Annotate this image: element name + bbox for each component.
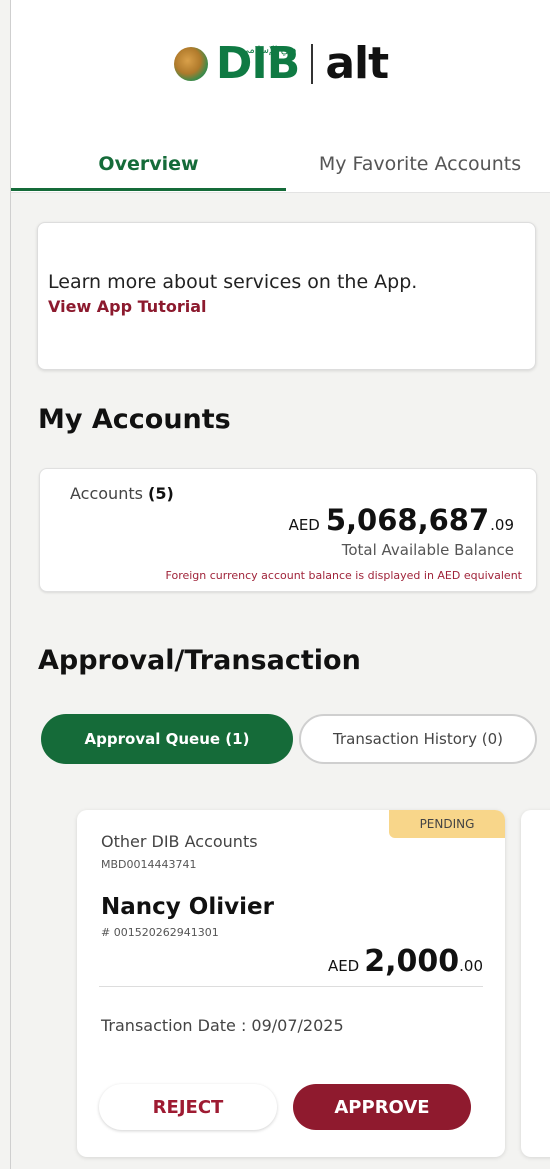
transaction-type: Other DIB Accounts (101, 832, 258, 851)
balance-integer: 5,068,687 (325, 503, 490, 537)
brand-dib: DIB (215, 38, 300, 89)
accounts-count: (5) (148, 484, 174, 503)
brand-alt: alt (325, 38, 389, 89)
header: دبي الإسلامي DIB alt Overview My Favorit… (11, 0, 550, 193)
balance-decimal: .09 (490, 516, 514, 534)
amount-decimal: .00 (459, 957, 483, 975)
pending-badge: PENDING (389, 810, 505, 838)
total-balance: AED 5,068,687 .09 (289, 503, 514, 537)
tutorial-text: Learn more about services on the App. (48, 271, 418, 293)
approve-button[interactable]: APPROVE (293, 1084, 471, 1130)
balance-label: Total Available Balance (341, 541, 514, 559)
amount-currency: AED (327, 957, 360, 975)
view-tutorial-link[interactable]: View App Tutorial (48, 297, 207, 316)
tab-my-favorite-accounts[interactable]: My Favorite Accounts (289, 140, 550, 188)
tab-overview[interactable]: Overview (11, 140, 286, 191)
tutorial-card[interactable]: Learn more about services on the App. Vi… (37, 222, 536, 370)
amount-integer: 2,000 (364, 944, 460, 979)
approval-queue-tab[interactable]: Approval Queue (1) (41, 714, 293, 764)
transaction-account: MBD0014443741 (101, 858, 197, 871)
beneficiary-account: # 001520262941301 (101, 926, 219, 939)
accounts-card[interactable]: Accounts (5) AED 5,068,687 .09 Total Ava… (39, 468, 537, 592)
transaction-date: Transaction Date : 09/07/2025 (101, 1016, 344, 1035)
card-divider (99, 986, 483, 987)
accounts-label-text: Accounts (70, 484, 143, 503)
beneficiary-name: Nancy Olivier (101, 894, 274, 920)
reject-button[interactable]: REJECT (99, 1084, 277, 1130)
approval-heading: Approval/Transaction (38, 645, 361, 676)
accounts-label: Accounts (5) (70, 484, 174, 503)
dib-globe-icon (173, 47, 208, 81)
app-frame: دبي الإسلامي DIB alt Overview My Favorit… (10, 0, 550, 1169)
next-transaction-card-peek[interactable] (521, 810, 550, 1157)
transaction-card[interactable]: PENDING Other DIB Accounts MBD0014443741… (77, 810, 505, 1157)
logo: DIB alt (11, 42, 550, 86)
top-tabs: Overview My Favorite Accounts (11, 140, 550, 193)
foreign-currency-note: Foreign currency account balance is disp… (165, 569, 522, 582)
my-accounts-heading: My Accounts (38, 404, 231, 435)
logo-divider (311, 44, 314, 84)
transaction-amount: AED 2,000 .00 (328, 944, 483, 979)
balance-currency: AED (288, 516, 320, 534)
transaction-history-tab[interactable]: Transaction History (0) (299, 714, 537, 764)
